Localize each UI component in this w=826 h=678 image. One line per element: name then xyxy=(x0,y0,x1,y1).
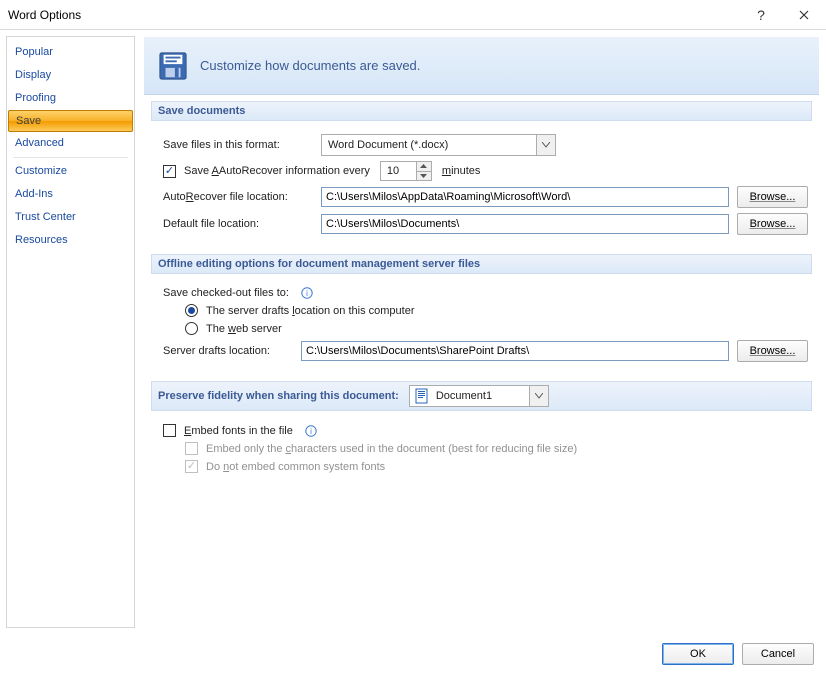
section-title-offline: Offline editing options for document man… xyxy=(151,254,812,274)
content-header-text: Customize how documents are saved. xyxy=(200,58,420,73)
sidebar-item-proofing[interactable]: Proofing xyxy=(7,87,134,110)
cancel-button[interactable]: Cancel xyxy=(742,643,814,665)
autorecover-location-input[interactable] xyxy=(321,187,729,207)
sidebar-item-label: Display xyxy=(15,69,51,81)
sidebar-item-addins[interactable]: Add-Ins xyxy=(7,183,134,206)
info-icon[interactable]: i xyxy=(305,425,317,437)
radio-server-drafts-label: The server drafts location on this compu… xyxy=(206,305,415,317)
spin-down-icon[interactable] xyxy=(416,172,432,182)
embed-only-chars-checkbox xyxy=(185,442,198,455)
sidebar-item-trustcenter[interactable]: Trust Center xyxy=(7,206,134,229)
content-header: Customize how documents are saved. xyxy=(144,37,819,95)
chevron-down-icon xyxy=(536,134,556,156)
no-common-fonts-checkbox xyxy=(185,460,198,473)
close-icon xyxy=(799,10,809,20)
embed-only-chars-label: Embed only the characters used in the do… xyxy=(206,443,577,455)
autorecover-browse-button[interactable]: Browse... xyxy=(737,186,808,208)
preserve-document-value: Document1 xyxy=(436,390,492,402)
sidebar-item-label: Add-Ins xyxy=(15,188,53,200)
section-title-save-documents: Save documents xyxy=(151,101,812,121)
sidebar-item-resources[interactable]: Resources xyxy=(7,229,134,252)
autorecover-checkbox[interactable] xyxy=(163,165,176,178)
sidebar-item-label: Customize xyxy=(15,165,67,177)
checkedout-label: Save checked-out files to: xyxy=(163,287,289,299)
spin-up-icon[interactable] xyxy=(416,161,432,172)
svg-text:i: i xyxy=(310,427,312,436)
close-button[interactable] xyxy=(781,0,826,30)
sidebar-item-save[interactable]: Save xyxy=(8,110,133,132)
preserve-title-text: Preserve fidelity when sharing this docu… xyxy=(158,390,399,402)
server-drafts-input[interactable] xyxy=(301,341,729,361)
document-icon xyxy=(414,388,430,404)
sidebar: Popular Display Proofing Save Advanced C… xyxy=(6,36,135,628)
dialog-footer: OK Cancel xyxy=(0,634,826,674)
content-pane: Customize how documents are saved. Save … xyxy=(143,36,820,628)
autorecover-label: Save AAutoRecover information every xyxy=(184,165,370,177)
server-drafts-label: Server drafts location: xyxy=(163,345,293,357)
no-common-fonts-label: Do not embed common system fonts xyxy=(206,461,385,473)
sidebar-item-label: Proofing xyxy=(15,92,56,104)
default-location-input[interactable] xyxy=(321,214,729,234)
save-format-value: Word Document (*.docx) xyxy=(321,134,536,156)
chevron-down-icon xyxy=(529,385,549,407)
radio-web-server-label: The web server xyxy=(206,323,282,335)
server-drafts-browse-button[interactable]: Browse... xyxy=(737,340,808,362)
ok-button[interactable]: OK xyxy=(662,643,734,665)
section-title-preserve: Preserve fidelity when sharing this docu… xyxy=(151,381,812,411)
sidebar-item-display[interactable]: Display xyxy=(7,64,134,87)
autorecover-minutes-value: 10 xyxy=(380,161,416,181)
sidebar-item-label: Trust Center xyxy=(15,211,76,223)
radio-server-drafts[interactable] xyxy=(185,304,198,317)
autorecover-minutes-unit: minutes xyxy=(442,165,481,177)
sidebar-item-advanced[interactable]: Advanced xyxy=(7,132,134,155)
save-format-combo[interactable]: Word Document (*.docx) xyxy=(321,134,558,156)
section-offline-editing: Offline editing options for document man… xyxy=(144,248,819,375)
sidebar-item-label: Popular xyxy=(15,46,53,58)
sidebar-item-label: Resources xyxy=(15,234,68,246)
autorecover-location-label: AutoRecover file location: xyxy=(163,191,313,203)
sidebar-item-label: Save xyxy=(16,115,41,127)
save-format-label: Save files in this format: xyxy=(163,139,313,151)
section-preserve-fidelity: Preserve fidelity when sharing this docu… xyxy=(144,375,819,486)
help-button[interactable]: ? xyxy=(741,0,781,30)
preserve-document-combo[interactable]: Document1 xyxy=(409,385,549,407)
embed-fonts-checkbox[interactable] xyxy=(163,424,176,437)
autorecover-minutes-spinner[interactable]: 10 xyxy=(380,161,432,181)
window-title: Word Options xyxy=(8,8,741,22)
main-area: Popular Display Proofing Save Advanced C… xyxy=(0,30,826,634)
svg-text:i: i xyxy=(306,289,308,298)
titlebar: Word Options ? xyxy=(0,0,826,30)
sidebar-item-popular[interactable]: Popular xyxy=(7,41,134,64)
default-location-label: Default file location: xyxy=(163,218,313,230)
default-location-browse-button[interactable]: Browse... xyxy=(737,213,808,235)
save-icon xyxy=(158,51,188,81)
sidebar-item-label: Advanced xyxy=(15,137,64,149)
sidebar-separator xyxy=(13,157,128,158)
radio-web-server[interactable] xyxy=(185,322,198,335)
section-save-documents: Save documents Save files in this format… xyxy=(144,95,819,248)
info-icon[interactable]: i xyxy=(301,287,313,299)
embed-fonts-label: Embed fonts in the file xyxy=(184,425,293,437)
sidebar-item-customize[interactable]: Customize xyxy=(7,160,134,183)
